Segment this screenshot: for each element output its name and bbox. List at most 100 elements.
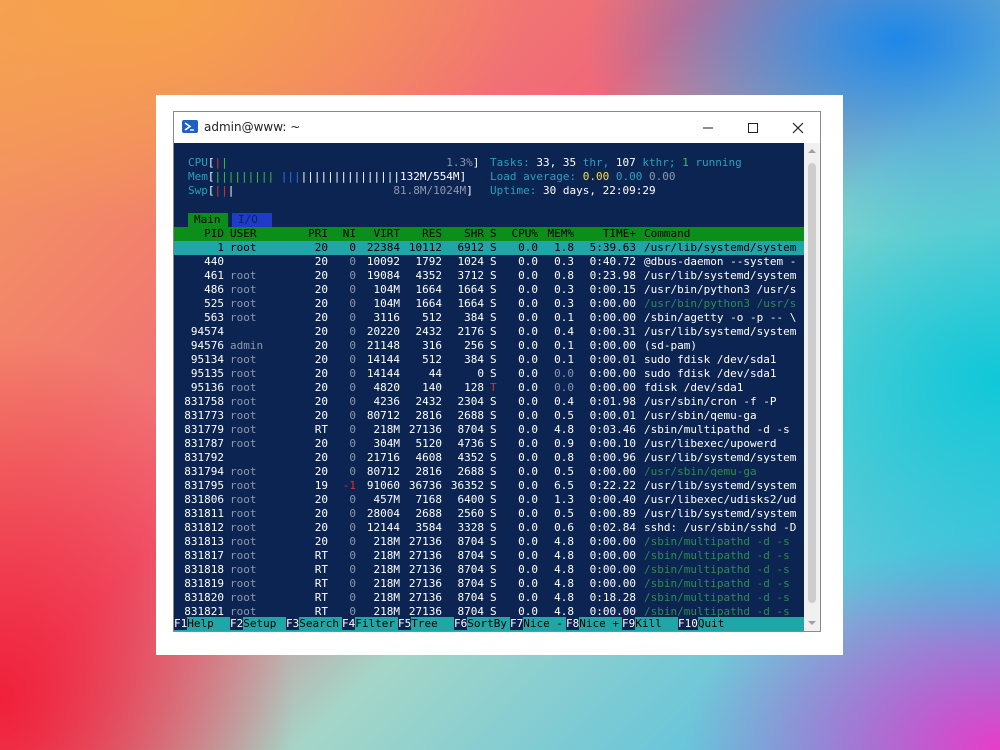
tab-main[interactable]: Main xyxy=(188,213,228,227)
cell-command: /usr/sbin/cron -f -P xyxy=(644,395,777,408)
cell-pri: 20 xyxy=(314,311,328,324)
cell-pid: 831812 xyxy=(184,521,224,534)
cell-pri: 20 xyxy=(314,451,328,464)
process-row[interactable]: 831773 root 20 0 80712 2816 2688 S 0.0 0.5 0:00.01… xyxy=(174,409,804,423)
col-pri[interactable]: PRI xyxy=(294,227,328,241)
load-average: Load average: 0.00 0.00 0.00 xyxy=(490,170,676,183)
col-pid[interactable]: PID xyxy=(174,227,224,241)
cell-virt: 80712 xyxy=(366,465,400,478)
cell-mem: 1.3 xyxy=(554,493,574,506)
process-row[interactable]: 831806 root 20 0 457M 7168 6400 S 0.0 1.3 0:00.40 /… xyxy=(174,493,804,507)
f3-search-button[interactable]: F3Search xyxy=(286,617,339,631)
process-row[interactable]: 831820 root RT 0 218M 27136 8704 S 0.0 4.8 0:18.28… xyxy=(174,591,804,605)
cell-command: /sbin/multipathd -d -s xyxy=(644,535,790,548)
process-row[interactable]: 563 root 20 0 3116 512 384 S 0.0 0.1 0:00.00/sbin/… xyxy=(174,311,804,325)
process-row[interactable]: 831818 root RT 0 218M 27136 8704 S 0.0 4.8 0:00.00… xyxy=(174,563,804,577)
cell-ni: 0 xyxy=(349,311,356,324)
cell-mem: 4.8 xyxy=(554,577,574,590)
process-row[interactable]: 525 root 20 0 104M 1664 1664 S 0.0 0.3 0:00.00/usr… xyxy=(174,297,804,311)
process-row[interactable]: 95135 root 20 0 14144 44 0 S 0.0 0.0 0:00.00 sudo f… xyxy=(174,367,804,381)
cell-mem: 0.9 xyxy=(554,437,574,450)
title-bar[interactable]: admin@www: ~ xyxy=(174,112,820,143)
col-virt[interactable]: VIRT xyxy=(356,227,401,241)
uptime: Uptime: 30 days, 22:09:29 xyxy=(490,184,656,197)
process-row[interactable]: 831817 root RT 0 218M 27136 8704 S 0.0 4.8 0:00.00… xyxy=(174,549,804,563)
cell-state: S xyxy=(490,311,497,324)
cell-pri: 20 xyxy=(314,465,328,478)
cell-shr: 384 xyxy=(464,311,484,324)
f2-setup-button[interactable]: F2Setup xyxy=(230,617,283,631)
cell-shr: 384 xyxy=(464,353,484,366)
scroll-down-icon[interactable] xyxy=(808,619,816,627)
cell-mem: 0.3 xyxy=(554,297,574,310)
col-shr[interactable]: SHR xyxy=(442,227,484,241)
cell-user: root xyxy=(230,381,257,394)
process-row[interactable]: 831795 root 19 -1 91060 36736 36352 S 0.0 6.5 0:22… xyxy=(174,479,804,493)
cell-cpu: 0.0 xyxy=(518,395,538,408)
process-row[interactable]: 831811 root 20 0 28004 2688 2560 S 0.0 0.5 0:00.89… xyxy=(174,507,804,521)
cell-mem: 4.8 xyxy=(554,563,574,576)
process-row[interactable]: 831792 20 0 21716 4608 4352 S 0.0 0.8 0:00.96/usr… xyxy=(174,451,804,465)
cell-user: root xyxy=(230,269,257,282)
cell-pid: 831787 xyxy=(184,437,224,450)
col-cpu[interactable]: CPU% xyxy=(504,227,539,241)
cell-virt: 14144 xyxy=(366,353,400,366)
cell-virt: 104M xyxy=(373,297,401,310)
f9-kill-button[interactable]: F9Kill xyxy=(622,617,675,631)
scrollbar-thumb[interactable] xyxy=(808,163,816,603)
cell-virt: 218M xyxy=(373,535,401,548)
cell-mem: 0.4 xyxy=(554,395,574,408)
cell-command: /usr/bin/python3 /usr/s xyxy=(644,297,797,310)
process-row[interactable]: 94574 20 0 20220 2432 2176 S 0.0 0.4 0:00.31/usr/… xyxy=(174,325,804,339)
process-row[interactable]: 831819 root RT 0 218M 27136 8704 S 0.0 4.8 0:00.00… xyxy=(174,577,804,591)
process-row[interactable]: 831758 root 20 0 4236 2432 2304 S 0.0 0.4 0:01.98 /… xyxy=(174,395,804,409)
terminal-area[interactable]: CPU[|| 1.3%] Mem[||||||||| |||||||||||||… xyxy=(174,143,804,631)
col-time[interactable]: TIME+ xyxy=(578,227,636,241)
process-row[interactable]: 440 20 0 10092 1792 1024 S 0.0 0.3 0:40.72 @dbus-d… xyxy=(174,255,804,269)
cell-shr: 8704 xyxy=(457,563,485,576)
process-row[interactable]: 94576 admin 20 0 21148 316 256 S 0.0 0.1 0:00.00 (s… xyxy=(174,339,804,353)
cell-res: 1792 xyxy=(415,255,443,268)
cell-shr: 8704 xyxy=(457,535,485,548)
col-state[interactable]: S xyxy=(490,227,497,241)
cell-mem: 0.3 xyxy=(554,255,574,268)
col-mem[interactable]: MEM% xyxy=(542,227,575,241)
f8-nice-plus-button[interactable]: F8Nice + xyxy=(566,617,619,631)
cell-ni: 0 xyxy=(349,241,356,254)
close-button[interactable] xyxy=(775,112,820,143)
process-row[interactable]: 831812 root 20 0 12144 3584 3328 S 0.0 0.6 0:02.84… xyxy=(174,521,804,535)
tab-io[interactable]: I/O xyxy=(232,213,272,227)
process-row[interactable]: 95134 root 20 0 14144 512 384 S 0.0 0.1 0:00.01 sud… xyxy=(174,353,804,367)
process-row[interactable]: 831787 root 20 0 304M 5120 4736 S 0.0 0.9 0:00.10 /… xyxy=(174,437,804,451)
process-row[interactable]: 95136 root 20 0 4820 140 128 T 0.0 0.0 0:00.00 fdis… xyxy=(174,381,804,395)
f7-nice-minus-button[interactable]: F7Nice - xyxy=(510,617,563,631)
maximize-button[interactable] xyxy=(730,112,775,143)
process-row[interactable]: 1 root 20 0 22384 10112 6912 S 0.0 1.8 5:39.63/usr… xyxy=(174,241,804,255)
process-row[interactable]: 486 root 20 0 104M 1664 1664 S 0.0 0.3 0:00.15/usr… xyxy=(174,283,804,297)
cell-cpu: 0.0 xyxy=(518,269,538,282)
f1-help-button[interactable]: F1Help xyxy=(174,617,227,631)
cell-pri: RT xyxy=(314,563,328,576)
process-row[interactable]: 831794 root 20 0 80712 2816 2688 S 0.0 0.5 0:00.00… xyxy=(174,465,804,479)
cell-res: 1664 xyxy=(415,297,443,310)
f10-quit-button[interactable]: F10Quit xyxy=(678,617,724,631)
f4-filter-button[interactable]: F4Filter xyxy=(342,617,395,631)
process-row[interactable]: 831779 root RT 0 218M 27136 8704 S 0.0 4.8 0:03.46… xyxy=(174,423,804,437)
cell-cpu: 0.0 xyxy=(518,381,538,394)
cell-virt: 10092 xyxy=(366,255,400,268)
process-row[interactable]: 461 root 20 0 19084 4352 3712 S 0.0 0.8 0:23.98/us… xyxy=(174,269,804,283)
process-row[interactable]: 831813 root 20 0 218M 27136 8704 S 0.0 4.8 0:00.00… xyxy=(174,535,804,549)
cell-ni: 0 xyxy=(349,423,356,436)
col-res[interactable]: RES xyxy=(400,227,442,241)
f6-sortby-button[interactable]: F6SortBy xyxy=(454,617,507,631)
vertical-scrollbar[interactable] xyxy=(804,143,820,631)
col-ni[interactable]: NI xyxy=(334,227,356,241)
powershell-icon xyxy=(182,120,198,133)
cell-pid: 831795 xyxy=(184,479,224,492)
cell-res: 27136 xyxy=(408,423,442,436)
scroll-up-icon[interactable] xyxy=(808,147,816,155)
col-command[interactable]: Command xyxy=(644,227,804,241)
col-user[interactable]: USER xyxy=(230,227,257,241)
f5-tree-button[interactable]: F5Tree xyxy=(398,617,451,631)
minimize-button[interactable] xyxy=(685,112,730,143)
